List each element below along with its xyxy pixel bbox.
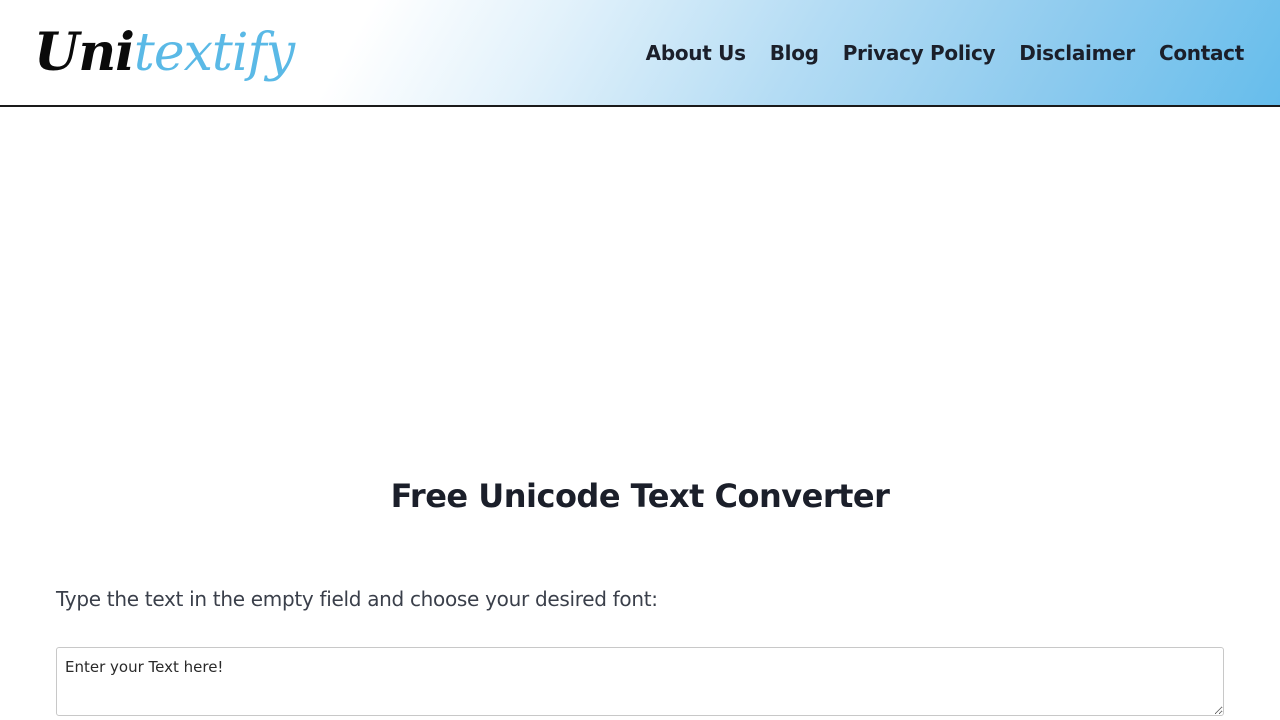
nav-link-blog[interactable]: Blog — [770, 36, 819, 70]
nav-link-about-us[interactable]: About Us — [646, 36, 746, 70]
ad-placeholder-area — [0, 107, 1280, 447]
page-title: Free Unicode Text Converter — [390, 477, 890, 515]
logo-text-primary: Uni — [34, 22, 135, 83]
site-header: Uni textify About Us Blog Privacy Policy … — [0, 0, 1280, 107]
logo-text-accent: textify — [133, 23, 295, 83]
nav-link-privacy-policy[interactable]: Privacy Policy — [843, 36, 996, 70]
nav-link-contact[interactable]: Contact — [1159, 36, 1244, 70]
main-nav: About Us Blog Privacy Policy Disclaimer … — [622, 36, 1245, 70]
site-logo[interactable]: Uni textify — [34, 18, 295, 88]
instructions-text: Type the text in the empty field and cho… — [56, 587, 658, 611]
nav-link-disclaimer[interactable]: Disclaimer — [1019, 36, 1135, 70]
text-input-field[interactable] — [56, 647, 1224, 716]
